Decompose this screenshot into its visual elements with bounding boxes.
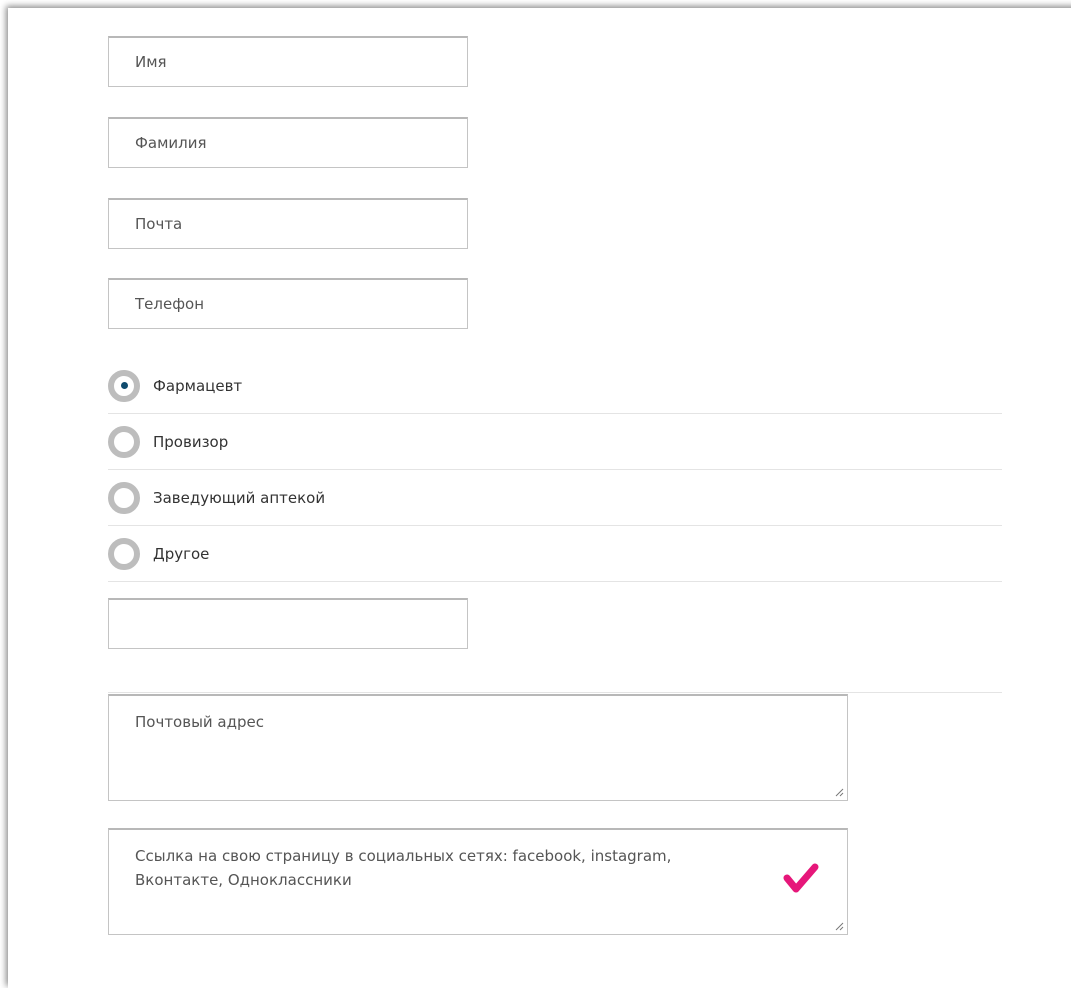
radio-button[interactable] xyxy=(108,425,140,458)
postal-address-textarea[interactable]: Почтовый адрес xyxy=(108,694,848,801)
radio-label: Другое xyxy=(153,544,210,563)
radio-option-other[interactable]: Другое xyxy=(108,526,1002,582)
radio-option-provisor[interactable]: Провизор xyxy=(108,414,1002,470)
radio-label: Заведующий аптекой xyxy=(153,488,326,507)
divider xyxy=(108,692,1002,693)
phone-input[interactable] xyxy=(108,278,468,329)
other-position-input[interactable] xyxy=(108,598,468,649)
textarea-placeholder: Почтовый адрес xyxy=(135,713,264,731)
radio-label: Провизор xyxy=(153,432,229,451)
radio-button[interactable] xyxy=(108,537,140,570)
email-input[interactable] xyxy=(108,198,468,249)
social-link-textarea[interactable]: Ссылка на свою страницу в социальных сет… xyxy=(108,828,848,935)
resize-handle-icon[interactable] xyxy=(834,921,844,931)
textarea-placeholder: Ссылка на свою страницу в социальных сет… xyxy=(135,847,672,889)
resize-handle-icon[interactable] xyxy=(834,787,844,797)
first-name-input[interactable] xyxy=(108,36,468,87)
radio-button[interactable] xyxy=(108,481,140,514)
radio-label: Фармацевт xyxy=(153,376,243,395)
radio-option-pharmacy-manager[interactable]: Заведующий аптекой xyxy=(108,470,1002,526)
radio-option-pharmacist[interactable]: Фармацевт xyxy=(108,358,1002,414)
check-mark-icon xyxy=(783,863,819,893)
radio-button-checked[interactable] xyxy=(108,369,140,402)
last-name-input[interactable] xyxy=(108,117,468,168)
